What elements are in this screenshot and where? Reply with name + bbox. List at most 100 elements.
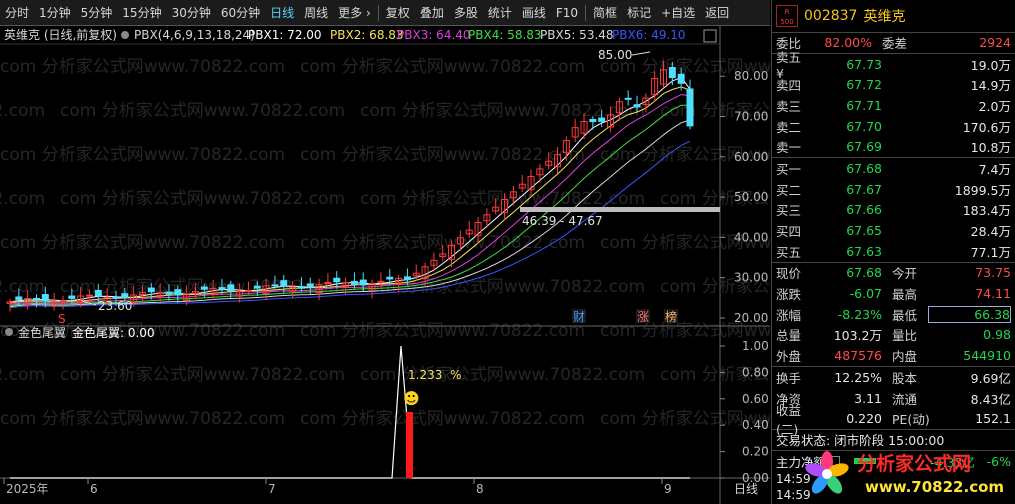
- toolbar-btn-1[interactable]: 1分钟: [34, 0, 76, 26]
- quote-panel: R 500 002837 英维克 委比 82.00% 委差 2924 卖五 ¥67…: [771, 0, 1015, 504]
- subchart-title: 金色尾翼: [18, 325, 66, 340]
- peak-label: 1.233: [408, 368, 442, 382]
- fund-value-2: 9.69亿: [970, 370, 1011, 386]
- toolbar-btn-15[interactable]: 简框: [588, 0, 622, 26]
- buy-row-price: 67.66: [846, 202, 882, 218]
- toolbar-btn-18[interactable]: 返回: [700, 0, 734, 26]
- range-annotation: 46.39 - 47.67: [522, 214, 603, 228]
- sub-tick-label: 0.40: [742, 418, 769, 432]
- buy-row-price: 67.68: [846, 160, 882, 176]
- candle-body: [227, 284, 235, 292]
- buy-row-label: 买一: [776, 161, 802, 177]
- toolbar-btn-13[interactable]: 画线: [517, 0, 551, 26]
- candle-body: [147, 287, 155, 293]
- toolbar-btn-16[interactable]: 标记: [622, 0, 656, 26]
- candle-body: [280, 280, 288, 287]
- sell-row: 卖四 67.72 14.9万: [772, 74, 1015, 95]
- weicha-label: 委差: [882, 36, 908, 52]
- buy-row: 买五 67.63 77.1万: [772, 241, 1015, 262]
- toolbar-btn-7[interactable]: 周线: [299, 0, 333, 26]
- stat-row: 总量 103.2万 量比 0.98: [772, 325, 1015, 346]
- candle-body: [633, 104, 641, 108]
- chart-canvas[interactable]: com 分析家公式网www.70822.com com 分析家公式网www.708…: [0, 26, 945, 504]
- chart-title: 英维克 (日线,前复权): [4, 27, 117, 42]
- buy-orders: 买一 67.68 7.4万 买二 67.67 1899.5万 买三 67.66 183.4万 买四…: [772, 158, 1015, 263]
- stat-value-2: 66.38: [928, 305, 1011, 323]
- fund-label-2: PE(动): [892, 412, 930, 428]
- candle-body: [41, 294, 49, 302]
- fundamental-stats: 换手 12.25% 股本 9.69亿 净资 3.11 流通 8.43亿 收益(二) 0.220 PE…: [772, 367, 1015, 437]
- toolbar-btn-0[interactable]: 分时: [0, 0, 34, 26]
- buy-row-volume: 28.4万: [970, 224, 1011, 240]
- logo-url: www.70822.com: [865, 478, 1004, 496]
- toolbar-btn-5[interactable]: 60分钟: [216, 0, 265, 26]
- sell-row-volume: 19.0万: [970, 57, 1011, 73]
- buy-row-price: 67.65: [846, 223, 882, 239]
- x-tick-label: 9: [664, 482, 672, 496]
- stat-label-2: 量比: [892, 328, 918, 344]
- sell-row-volume: 14.9万: [970, 78, 1011, 94]
- candle-body: [350, 280, 358, 285]
- stat-value: 103.2万: [833, 328, 882, 344]
- price-range-bar: [520, 207, 720, 212]
- event-mark-2: 榜: [665, 309, 677, 324]
- r-badge: R 500: [776, 5, 798, 27]
- stat-row: 涨跌 -6.07 最高 74.11: [772, 283, 1015, 304]
- buy-row-price: 67.63: [846, 243, 882, 259]
- weicha-value: 2924: [979, 35, 1011, 51]
- candle-body: [59, 300, 67, 303]
- sub-tick-label: 0.60: [742, 392, 769, 406]
- toolbar-btn-2[interactable]: 5分钟: [76, 0, 118, 26]
- candle-body: [244, 290, 252, 293]
- watermark-text: com 分析家公式网www.70822.com: [0, 101, 45, 121]
- buy-row-label: 买二: [776, 182, 802, 198]
- toolbar-btn-10[interactable]: 叠加: [415, 0, 449, 26]
- toolbar-btn-8[interactable]: 更多 ›: [333, 0, 376, 26]
- site-logo: 分析家公式网 www.70822.com: [805, 451, 1004, 496]
- candle-body: [624, 97, 632, 100]
- candle-body: [32, 297, 40, 300]
- sell-row-price: 67.72: [846, 77, 882, 93]
- price-tick-label: 30.00: [734, 271, 768, 285]
- toolbar-btn-12[interactable]: 统计: [483, 0, 517, 26]
- watermark-text: com 分析家公式网www.70822.com: [300, 409, 585, 429]
- toolbar-separator: [585, 4, 587, 21]
- candle-body: [359, 279, 367, 286]
- toolbar-btn-9[interactable]: 复权: [381, 0, 415, 26]
- buy-row: 买四 67.65 28.4万: [772, 220, 1015, 241]
- buy-row-volume: 7.4万: [978, 161, 1011, 177]
- price-stats: 现价 67.68 今开 73.75 涨跌 -6.07 最高 74.11 涨幅 -8.23% 最低 66…: [772, 263, 1015, 367]
- quote-header: R 500 002837 英维克: [772, 0, 1015, 33]
- watermark-text: com 分析家公式网www.70822.com: [0, 365, 45, 385]
- chart-toolbar: 分时 1分钟 5分钟 15分钟 30分钟 60分钟 日线 周线 更多 › 复权 叠加 多股 统计 画线 F1…: [0, 0, 770, 26]
- watermark-text: com 分析家公式网www.70822.com: [0, 409, 285, 429]
- chart-area[interactable]: com 分析家公式网www.70822.com com 分析家公式网www.708…: [0, 26, 945, 504]
- x-tick-label: 6: [90, 482, 98, 496]
- toolbar-btn-6[interactable]: 日线: [265, 0, 299, 26]
- buy-row-price: 67.67: [846, 181, 882, 197]
- watermark-text: com 分析家公式网www.70822.com: [0, 233, 285, 253]
- weibi-value: 82.00%: [824, 35, 872, 51]
- stat-row: 涨幅 -8.23% 最低 66.38: [772, 304, 1015, 325]
- stat-label: 总量: [776, 328, 802, 344]
- buy-row-label: 买五: [776, 244, 802, 260]
- price-tick-label: 80.00: [734, 69, 768, 83]
- sell-orders: 卖五 ¥67.73 19.0万 卖四 67.72 14.9万 卖三 67.71 2.0万 卖二 6…: [772, 50, 1015, 159]
- sell-row-label: 卖二: [776, 119, 802, 135]
- fund-value-2: 8.43亿: [970, 391, 1011, 407]
- sell-row-volume: 2.0万: [978, 98, 1011, 114]
- price-tick-label: 40.00: [734, 230, 768, 244]
- toolbar-btn-17[interactable]: +自选: [656, 0, 700, 26]
- percent-label: %: [450, 368, 461, 382]
- stat-label-2: 最高: [892, 287, 918, 303]
- toolbar-btn-3[interactable]: 15分钟: [117, 0, 166, 26]
- stat-value-2: 73.75: [975, 265, 1011, 281]
- high-arrow: [631, 51, 651, 56]
- sell-row-volume: 170.6万: [962, 119, 1011, 135]
- toolbar-btn-11[interactable]: 多股: [449, 0, 483, 26]
- toolbar-btn-4[interactable]: 30分钟: [167, 0, 216, 26]
- indicator-value-1: PBX1: 72.00: [248, 28, 322, 42]
- sell-row-price: 67.69: [846, 139, 882, 155]
- stat-label: 涨幅: [776, 307, 802, 323]
- toolbar-btn-14[interactable]: F10: [551, 0, 583, 26]
